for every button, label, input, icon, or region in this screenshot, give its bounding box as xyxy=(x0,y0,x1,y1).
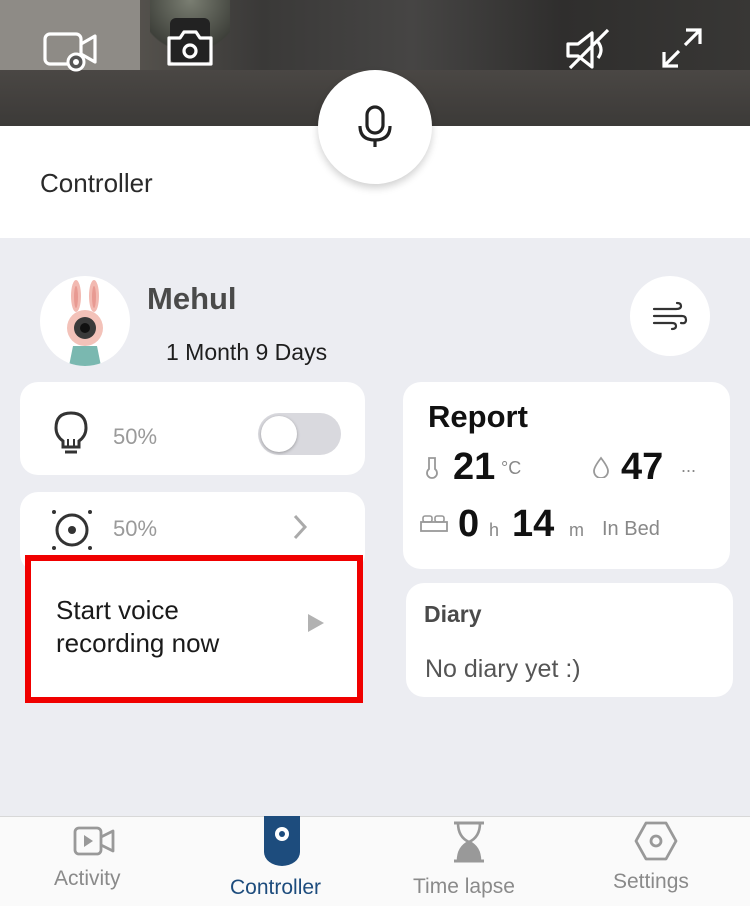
sleep-hours-value: 0 xyxy=(458,503,480,545)
temperature-unit: °C xyxy=(501,458,522,478)
baby-age: 1 Month 9 Days xyxy=(166,339,328,365)
video-play-icon xyxy=(73,826,115,856)
projector-icon xyxy=(52,510,92,550)
camera-icon[interactable] xyxy=(160,18,220,78)
microphone-icon xyxy=(358,105,392,147)
toggle-knob xyxy=(261,416,297,452)
diary-text: No diary yet :) xyxy=(425,655,581,683)
tab-time-lapse-label: Time lapse xyxy=(413,875,515,898)
night-light-level: 50% xyxy=(113,424,158,449)
wind-button[interactable] xyxy=(630,276,710,356)
tab-settings-label: Settings xyxy=(613,870,689,893)
humidity-value: 47 xyxy=(621,446,664,488)
night-light-toggle[interactable] xyxy=(258,413,341,455)
page-title: Controller xyxy=(40,168,153,198)
play-icon xyxy=(308,614,324,632)
chevron-right-icon xyxy=(293,514,308,540)
video-record-icon[interactable] xyxy=(40,20,100,80)
projector-level: 50% xyxy=(113,516,158,541)
sleep-status: In Bed xyxy=(602,518,660,540)
humidity-unit: ... xyxy=(681,456,697,476)
tab-controller-label: Controller xyxy=(230,876,322,899)
lightbulb-icon xyxy=(54,411,88,454)
wind-icon xyxy=(652,301,688,331)
sleep-minutes-unit: m xyxy=(569,520,584,540)
temperature-value: 21 xyxy=(453,446,496,488)
bunny-camera-avatar xyxy=(67,280,103,366)
talk-button[interactable] xyxy=(318,70,432,184)
speaker-muted-icon[interactable] xyxy=(558,20,618,80)
avatar[interactable] xyxy=(40,276,130,366)
hourglass-icon xyxy=(454,821,484,863)
humidity-icon xyxy=(593,456,609,478)
tab-activity-label: Activity xyxy=(54,867,121,890)
sleep-minutes-value: 14 xyxy=(512,503,555,545)
hexagon-gear-icon xyxy=(634,821,678,861)
bed-icon xyxy=(420,515,448,532)
report-title: Report xyxy=(428,399,528,434)
diary-title: Diary xyxy=(424,601,482,627)
thermometer-icon xyxy=(426,457,438,479)
voice-recording-label: Start voice recording now xyxy=(56,595,220,658)
expand-icon[interactable] xyxy=(652,18,712,78)
baby-name: Mehul xyxy=(147,281,237,316)
sleep-hours-unit: h xyxy=(489,520,500,540)
camera-device-icon xyxy=(264,816,300,866)
